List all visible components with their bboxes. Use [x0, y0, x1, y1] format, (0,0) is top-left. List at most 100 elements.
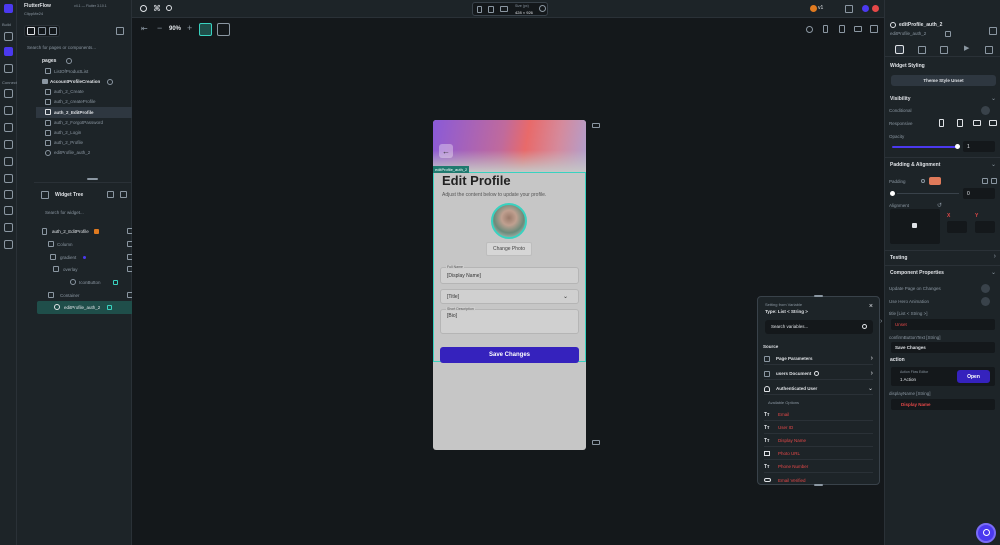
bio-field[interactable]: Short Description [Bio]: [440, 307, 579, 334]
title-dropdown[interactable]: [Title] ⌄: [440, 289, 579, 304]
slider-thumb[interactable]: [955, 144, 960, 149]
desktop-icon[interactable]: [500, 6, 508, 12]
phone-preview[interactable]: ← editProfile_auth_2 Edit Profile Adjust…: [433, 120, 586, 450]
close-icon[interactable]: ×: [869, 303, 873, 310]
conditional-toggle[interactable]: [981, 106, 990, 115]
app-state-icon[interactable]: [4, 123, 13, 132]
widget-palette-icon[interactable]: [4, 32, 13, 41]
new-folder-icon[interactable]: [116, 27, 124, 35]
properties-tab-icon[interactable]: [895, 45, 904, 54]
tablet-icon[interactable]: [839, 25, 845, 33]
avatar[interactable]: [810, 5, 817, 12]
desktop-icon[interactable]: [854, 26, 862, 32]
panel-resize-handle[interactable]: [87, 178, 98, 180]
reset-icon[interactable]: ↺: [937, 202, 942, 209]
option-photo-url[interactable]: Photo URL: [764, 448, 873, 460]
data-tab-icon[interactable]: [940, 46, 948, 54]
option-email[interactable]: Tт Email: [764, 409, 873, 421]
chevron-right-icon[interactable]: ›: [994, 253, 996, 260]
integrations-icon[interactable]: [4, 206, 13, 215]
animations-tab-icon[interactable]: [985, 46, 993, 54]
cloud-icon[interactable]: [4, 190, 13, 199]
team-avatar[interactable]: [872, 5, 879, 12]
phone-icon[interactable]: [823, 25, 828, 33]
tablet-toggle-icon[interactable]: [957, 119, 963, 127]
pages-search-input[interactable]: Search for pages or components...: [24, 42, 128, 53]
alignment-center-icon[interactable]: [912, 223, 917, 228]
folder-label[interactable]: AccountProfileCreation: [50, 79, 100, 84]
desktop-toggle-icon[interactable]: [989, 120, 997, 126]
firestore-icon[interactable]: [4, 89, 13, 98]
fit-icon[interactable]: [199, 23, 212, 36]
help-chat-button[interactable]: [976, 523, 996, 543]
widget-search-input[interactable]: Search for widget...: [45, 210, 84, 215]
chevron-down-icon[interactable]: ⌄: [991, 269, 996, 276]
back-arrow-icon[interactable]: ←: [439, 144, 453, 158]
confirm-param-value[interactable]: Save Changes: [891, 342, 995, 353]
option-user-id[interactable]: Tт User ID: [764, 422, 873, 434]
collapse-panel-icon[interactable]: ⇤: [141, 24, 148, 33]
tree-node-page[interactable]: auth_2_EditProfile ▾: [37, 227, 147, 237]
source-users-document[interactable]: users Document ›: [764, 368, 873, 380]
pages-tab-icon[interactable]: [26, 27, 35, 35]
tree-node[interactable]: IconButton: [37, 278, 147, 288]
theme-icon[interactable]: [4, 157, 13, 166]
opacity-input[interactable]: 1: [963, 141, 995, 152]
settings-icon[interactable]: [4, 240, 13, 249]
media-icon[interactable]: [4, 140, 13, 149]
tree-node[interactable]: overlay ▾: [37, 265, 147, 275]
widget-tree-icon[interactable]: [4, 47, 13, 56]
tree-node[interactable]: gradient ▾: [37, 253, 147, 263]
align-y-input[interactable]: [975, 221, 995, 233]
backend-query-tab-icon[interactable]: [918, 46, 926, 54]
custom-code-icon[interactable]: [4, 174, 13, 183]
zoom-in-icon[interactable]: +: [187, 23, 192, 33]
actions-tab-icon[interactable]: ▶: [964, 44, 969, 52]
popup-resize-handle[interactable]: [814, 484, 823, 486]
open-action-button[interactable]: Open: [957, 370, 990, 383]
components-tab-icon[interactable]: [37, 27, 46, 35]
source-authenticated-user[interactable]: Authenticated User ⌄: [764, 383, 873, 395]
size-value[interactable]: 428 × 926: [515, 10, 533, 15]
source-page-parameters[interactable]: Page Parameters ›: [764, 353, 873, 365]
tree-node-selected[interactable]: editProfile_auth_2: [37, 301, 147, 314]
avatar[interactable]: [491, 203, 527, 239]
command-icon[interactable]: ⌘: [153, 4, 161, 13]
align-x-input[interactable]: [947, 221, 967, 233]
zoom-level[interactable]: 90%: [169, 26, 181, 32]
team-avatar[interactable]: [862, 5, 869, 12]
copy-icon[interactable]: [982, 178, 988, 184]
variable-search-input[interactable]: Search variables...: [765, 320, 873, 334]
update-page-toggle[interactable]: [981, 284, 990, 293]
display-name-param-value[interactable]: Display Name: [891, 399, 995, 410]
chevron-down-icon[interactable]: ⌄: [991, 95, 996, 102]
tablet-icon[interactable]: [488, 6, 494, 13]
lock-icon[interactable]: [107, 191, 114, 198]
hero-animation-toggle[interactable]: [981, 297, 990, 306]
phone-toggle-icon[interactable]: [939, 119, 944, 127]
zoom-out-icon[interactable]: −: [157, 23, 162, 33]
library-tab-icon[interactable]: [49, 27, 58, 35]
full-name-field[interactable]: Full Name [Display Name]: [440, 265, 579, 284]
padding-mode-icon[interactable]: [921, 179, 925, 183]
chevron-right-icon[interactable]: ›: [880, 318, 882, 325]
tablet-landscape-toggle-icon[interactable]: [973, 120, 981, 126]
padding-input[interactable]: 0: [963, 188, 995, 199]
edit-icon[interactable]: [945, 31, 951, 37]
copy-icon[interactable]: [120, 191, 127, 198]
api-icon[interactable]: [4, 106, 13, 115]
search-icon[interactable]: [166, 5, 172, 11]
chat-icon[interactable]: [845, 5, 853, 13]
tree-node[interactable]: Container ›: [37, 291, 147, 301]
tree-node[interactable]: Column ›: [37, 240, 147, 250]
change-photo-button[interactable]: Change Photo: [486, 242, 532, 256]
help-icon[interactable]: [140, 5, 147, 12]
canvas-menu-icon[interactable]: [592, 440, 600, 445]
settings-icon[interactable]: [539, 5, 546, 12]
option-display-name[interactable]: Tт Display Name: [764, 435, 873, 447]
chevron-down-icon[interactable]: ⌄: [991, 161, 996, 168]
padding-link-icon[interactable]: [929, 177, 941, 185]
paste-icon[interactable]: [991, 178, 997, 184]
edit-name-icon[interactable]: [989, 27, 997, 35]
theme-icon[interactable]: [806, 26, 813, 33]
